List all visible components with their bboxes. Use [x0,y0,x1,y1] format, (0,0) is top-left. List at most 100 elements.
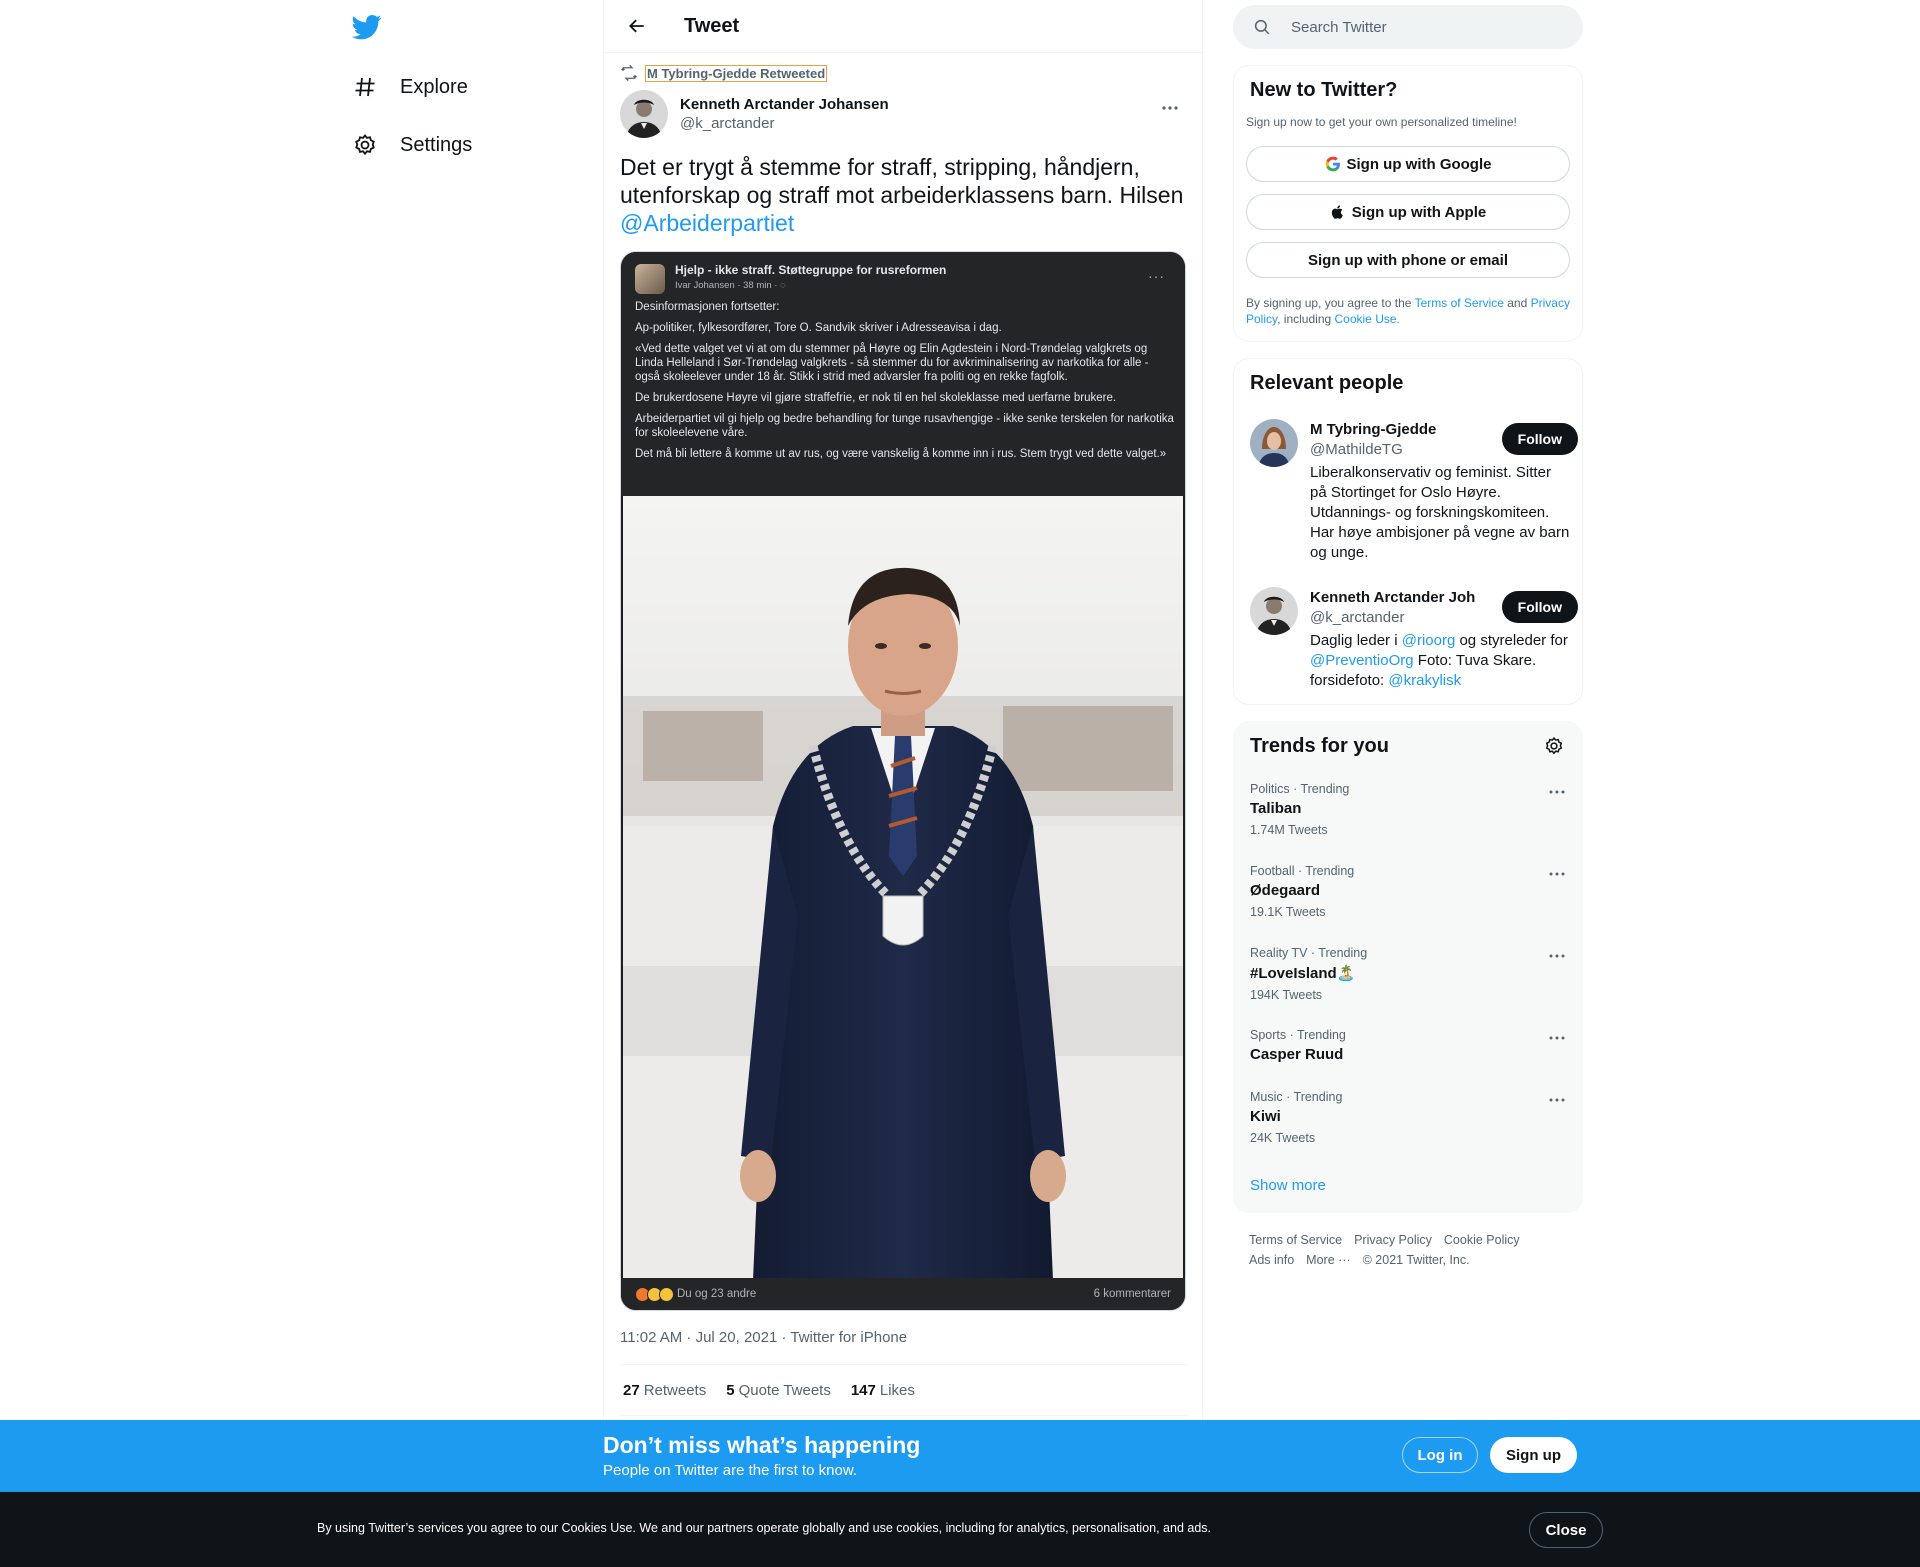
fb-post-meta: Ivar Johansen · 38 min · ◌ [675,280,786,291]
retweeted-by-link[interactable]: M Tybring-Gjedde Retweeted [644,64,828,82]
more-icon[interactable] [1546,946,1568,966]
quotes-label: Quote Tweets [738,1381,831,1399]
button-label: Sign up with phone or email [1307,251,1508,269]
quotes-count: 5 [726,1381,735,1399]
avatar[interactable] [620,90,668,138]
more-icon[interactable] [1156,98,1184,118]
nav-item-label: Settings [400,133,473,156]
main-column: Tweet M Tybring-Gjedde Retweeted Kenneth… [603,0,1203,1420]
author-handle[interactable]: @k_arctander [680,115,889,132]
search-placeholder: Search Twitter [1291,18,1387,36]
author-name[interactable]: Kenneth Arctander Johansen [680,96,889,113]
relevant-people-card: Relevant people M Tybring-Gjedde @Mathil… [1233,358,1583,705]
trend-item[interactable]: Football · Trending Ødegaard 19.1K Tweet… [1250,864,1568,919]
retweets-count: 27 [623,1381,640,1399]
retweet-icon [621,65,637,81]
retweets-stat[interactable]: 27 Retweets [623,1382,706,1399]
cookie-use-link[interactable]: Cookie Use. [1335,312,1400,326]
sign-up-phone-email-button[interactable]: Sign up with phone or email [1246,242,1570,278]
bio-mention-link[interactable]: @rioorg [1402,632,1456,649]
arrow-left-icon [629,19,644,33]
banner-title: Don’t miss what’s happening [603,1432,921,1458]
card-title: Relevant people [1250,372,1404,394]
log-in-button[interactable]: Log in [1402,1437,1478,1473]
follow-button[interactable]: Follow [1501,591,1578,623]
likes-stat[interactable]: 147 Likes [851,1382,915,1399]
person-handle[interactable]: @k_arctander [1310,609,1404,626]
more-icon[interactable] [1546,1090,1568,1110]
sign-up-button[interactable]: Sign up [1490,1437,1577,1473]
footer-privacy-link[interactable]: Privacy Policy [1354,1233,1432,1247]
trend-item[interactable]: Music · Trending Kiwi 24K Tweets [1250,1090,1568,1145]
terms-link[interactable]: Terms of Service [1415,296,1504,310]
person-name[interactable]: Kenneth Arctander Johansen [1310,589,1475,606]
tweet-media-image[interactable]: Hjelp - ikke straff. Støttegruppe for ru… [620,251,1186,1311]
back-button[interactable] [620,9,654,43]
more-icon[interactable] [1546,864,1568,884]
trend-count: 194K Tweets [1250,988,1323,1002]
fb-paragraph: Det må bli lettere å komme ut av rus, og… [635,448,1167,460]
footer-cookie-link[interactable]: Cookie Policy [1444,1233,1520,1247]
trend-category: Reality TV · Trending [1250,946,1368,960]
card-subtitle: Sign up now to get your own personalized… [1246,115,1517,129]
tweet-timestamp[interactable]: 11:02 AM · Jul 20, 2021 · Twitter for iP… [620,1329,907,1346]
button-label: Sign up with Apple [1351,203,1487,221]
fb-paragraph: Desinformasjonen fortsetter: [635,301,780,313]
mention-link[interactable]: @Arbeiderpartiet [620,210,794,236]
quote-tweets-stat[interactable]: 5 Quote Tweets [726,1382,831,1399]
facebook-post-header: Hjelp - ikke straff. Støttegruppe for ru… [621,252,1185,496]
trend-item[interactable]: Reality TV · Trending #LoveIsland🏝️ 194K… [1250,946,1568,1002]
trends-card: Trends for you Politics · Trending Talib… [1233,721,1583,1213]
bio-text: Daglig leder i [1310,632,1402,649]
portrait-photo [623,496,1183,1280]
retweets-label: Retweets [643,1381,707,1399]
legal-text: By signing up, you agree to the [1246,296,1415,310]
person-name[interactable]: M Tybring-Gjedde [1310,421,1475,438]
trend-item[interactable]: Politics · Trending Taliban 1.74M Tweets [1250,782,1568,837]
trend-name: Kiwi [1250,1108,1281,1125]
nav-item-explore[interactable]: Explore [352,67,468,107]
close-button[interactable]: Close [1529,1512,1603,1548]
trend-count: 19.1K Tweets [1250,905,1326,919]
google-icon [1325,156,1340,172]
trend-name: Casper Ruud [1250,1046,1344,1063]
show-more-link[interactable]: Show more [1250,1177,1326,1194]
trend-item[interactable]: Sports · Trending Casper Ruud [1250,1028,1568,1063]
nav-item-settings[interactable]: Settings [352,125,472,165]
trend-name: Ødegaard [1250,882,1321,899]
facebook-post-footer: Du og 23 andre 6 kommentarer [621,1278,1185,1310]
sign-up-google-button[interactable]: Sign up with Google [1246,146,1570,182]
person-bio: Liberalkonservativ og feminist. Sitter p… [1310,464,1570,561]
more-icon[interactable] [1546,1028,1568,1048]
footer-ads-link[interactable]: Ads info [1249,1253,1294,1267]
bio-mention-link[interactable]: @PreventioOrg [1310,652,1414,669]
follow-button[interactable]: Follow [1501,423,1578,455]
page-title: Tweet [684,14,740,37]
fb-paragraph: Ap-politiker, fylkesordfører, Tore O. Sa… [635,322,1002,334]
footer-more-link[interactable]: More ··· [1306,1253,1350,1267]
signup-legal-text: By signing up, you agree to the Terms of… [1246,295,1576,327]
person-handle[interactable]: @MathildeTG [1310,441,1403,458]
copyright: © 2021 Twitter, Inc. [1362,1253,1470,1267]
gear-icon[interactable] [1544,736,1566,758]
trend-name: #LoveIsland🏝️ [1250,965,1356,982]
footer-terms-link[interactable]: Terms of Service [1249,1233,1342,1247]
tweet-text: Det er trygt å stemme for straff, stripp… [620,153,1190,237]
bio-text: og styreleder for [1455,632,1568,649]
fb-paragraph: Arbeiderpartiet vil gi hjelp og bedre be… [635,413,1174,439]
tweet-body: Det er trygt å stemme for straff, stripp… [620,154,1184,208]
twitter-bird-icon[interactable] [351,12,384,44]
trend-count: 24K Tweets [1250,1131,1316,1145]
sign-up-apple-button[interactable]: Sign up with Apple [1246,194,1570,230]
tweet-stats: 27 Retweets 5 Quote Tweets 147 Likes [620,1364,1188,1416]
comments-count: 6 kommentarer [1093,1288,1171,1300]
person-bio: Daglig leder i @rioorg og styreleder for… [1310,631,1570,691]
likes-count: 147 [850,1381,876,1399]
more-icon[interactable] [1546,782,1568,802]
avatar[interactable] [1250,419,1298,467]
fb-post-text: Desinformasjonen fortsetter: Ap-politike… [635,300,1175,468]
search-input[interactable]: Search Twitter [1233,5,1583,49]
bio-mention-link[interactable]: @krakylisk [1388,672,1461,689]
apple-icon [1331,205,1343,219]
avatar[interactable] [1250,587,1298,635]
